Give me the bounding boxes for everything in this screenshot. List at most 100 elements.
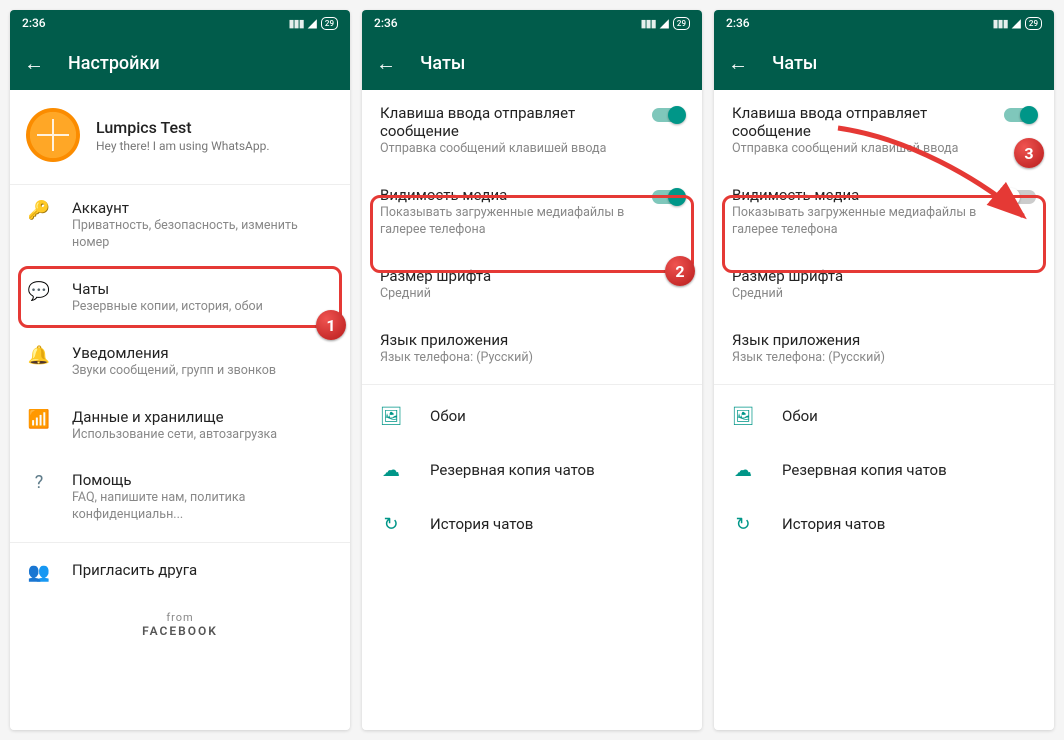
help-icon: ? bbox=[28, 472, 50, 493]
cloud-up-icon: ☁ bbox=[732, 460, 754, 481]
content-area: Клавиша ввода отправляет сообщение Отпра… bbox=[362, 90, 702, 730]
setting-sub: Язык телефона: (Русский) bbox=[732, 350, 1036, 367]
signal-icon: ▮▮▮ bbox=[641, 17, 656, 30]
signal-icon: ▮▮▮ bbox=[289, 17, 304, 30]
status-icons: ▮▮▮ ◢ 29 bbox=[993, 16, 1043, 30]
menu-sub: FAQ, напишите нам, политика конфиденциал… bbox=[72, 490, 334, 524]
setting-font-size[interactable]: Размер шрифта Средний bbox=[714, 253, 1054, 317]
setting-title: Язык приложения bbox=[380, 331, 684, 349]
menu-title: Пригласить друга bbox=[72, 561, 334, 579]
setting-title: Размер шрифта bbox=[732, 267, 1036, 285]
wallpaper-icon: 🖼 bbox=[732, 406, 754, 427]
footer: from FACEBOOK bbox=[10, 597, 350, 652]
setting-app-language[interactable]: Язык приложения Язык телефона: (Русский) bbox=[714, 317, 1054, 381]
action-wallpaper[interactable]: 🖼 Обои bbox=[714, 389, 1054, 443]
menu-account[interactable]: 🔑 Аккаунт Приватность, безопасность, изм… bbox=[10, 185, 350, 266]
status-time: 2:36 bbox=[726, 16, 750, 30]
footer-brand: FACEBOOK bbox=[10, 624, 350, 638]
battery-icon: 29 bbox=[1025, 17, 1042, 30]
divider bbox=[714, 384, 1054, 385]
divider bbox=[10, 542, 350, 543]
action-label: Резервная копия чатов bbox=[782, 461, 947, 479]
divider bbox=[362, 384, 702, 385]
setting-sub: Отправка сообщений клавишей ввода bbox=[732, 141, 992, 158]
menu-notifications[interactable]: 🔔 Уведомления Звуки сообщений, групп и з… bbox=[10, 330, 350, 394]
phone-screen-2: 2:36 ▮▮▮ ◢ 29 ← Чаты Клавиша ввода отпра… bbox=[362, 10, 702, 730]
action-history[interactable]: ↻ История чатов bbox=[362, 497, 702, 551]
wifi-icon: ◢ bbox=[660, 16, 669, 30]
avatar bbox=[26, 108, 80, 162]
data-icon: 📶 bbox=[28, 409, 50, 430]
setting-sub: Показывать загруженные медиафайлы в гале… bbox=[380, 205, 640, 239]
action-label: Обои bbox=[430, 407, 466, 425]
title-bar: ← Чаты bbox=[362, 36, 702, 90]
chat-icon: 💬 bbox=[28, 281, 50, 302]
setting-app-language[interactable]: Язык приложения Язык телефона: (Русский) bbox=[362, 317, 702, 381]
menu-help[interactable]: ? Помощь FAQ, напишите нам, политика кон… bbox=[10, 457, 350, 538]
action-backup[interactable]: ☁ Резервная копия чатов bbox=[362, 443, 702, 497]
status-time: 2:36 bbox=[22, 16, 46, 30]
setting-sub: Отправка сообщений клавишей ввода bbox=[380, 141, 640, 158]
menu-title: Уведомления bbox=[72, 344, 334, 362]
profile-row[interactable]: Lumpics Test Hey there! I am using Whats… bbox=[10, 90, 350, 185]
page-title: Чаты bbox=[772, 53, 817, 74]
setting-font-size[interactable]: Размер шрифта Средний bbox=[362, 253, 702, 317]
action-label: Резервная копия чатов bbox=[430, 461, 595, 479]
content-area: Клавиша ввода отправляет сообщение Отпра… bbox=[714, 90, 1054, 730]
profile-status: Hey there! I am using WhatsApp. bbox=[96, 139, 270, 153]
action-history[interactable]: ↻ История чатов bbox=[714, 497, 1054, 551]
menu-data[interactable]: 📶 Данные и хранилище Использование сети,… bbox=[10, 394, 350, 458]
action-wallpaper[interactable]: 🖼 Обои bbox=[362, 389, 702, 443]
title-bar: ← Настройки bbox=[10, 36, 350, 90]
footer-from: from bbox=[10, 611, 350, 624]
key-icon: 🔑 bbox=[28, 200, 50, 221]
action-backup[interactable]: ☁ Резервная копия чатов bbox=[714, 443, 1054, 497]
title-bar: ← Чаты bbox=[714, 36, 1054, 90]
setting-title: Размер шрифта bbox=[380, 267, 684, 285]
toggle-switch[interactable] bbox=[652, 108, 684, 122]
back-arrow-icon[interactable]: ← bbox=[728, 53, 748, 73]
setting-sub: Показывать загруженные медиафайлы в гале… bbox=[732, 205, 992, 239]
page-title: Настройки bbox=[68, 53, 160, 74]
menu-sub: Резервные копии, история, обои bbox=[72, 299, 334, 316]
menu-title: Помощь bbox=[72, 471, 334, 489]
setting-media-visibility[interactable]: Видимость медиа Показывать загруженные м… bbox=[362, 172, 702, 253]
history-icon: ↻ bbox=[732, 514, 754, 535]
signal-icon: ▮▮▮ bbox=[993, 17, 1008, 30]
setting-title: Клавиша ввода отправляет сообщение bbox=[380, 104, 640, 140]
menu-invite[interactable]: 👥 Пригласить друга bbox=[10, 547, 350, 597]
menu-title: Данные и хранилище bbox=[72, 408, 334, 426]
phone-screen-3: 2:36 ▮▮▮ ◢ 29 ← Чаты Клавиша ввода отпра… bbox=[714, 10, 1054, 730]
menu-sub: Звуки сообщений, групп и звонков bbox=[72, 363, 334, 380]
menu-sub: Приватность, безопасность, изменить номе… bbox=[72, 218, 334, 252]
toggle-switch[interactable] bbox=[1004, 190, 1036, 204]
bell-icon: 🔔 bbox=[28, 345, 50, 366]
setting-title: Видимость медиа bbox=[380, 186, 640, 204]
cloud-up-icon: ☁ bbox=[380, 460, 402, 481]
menu-title: Аккаунт bbox=[72, 199, 334, 217]
setting-sub: Средний bbox=[380, 286, 684, 303]
setting-enter-sends[interactable]: Клавиша ввода отправляет сообщение Отпра… bbox=[362, 90, 702, 172]
content-area: Lumpics Test Hey there! I am using Whats… bbox=[10, 90, 350, 730]
back-arrow-icon[interactable]: ← bbox=[376, 53, 396, 73]
menu-chats[interactable]: 💬 Чаты Резервные копии, история, обои bbox=[10, 266, 350, 330]
invite-icon: 👥 bbox=[28, 562, 50, 583]
setting-media-visibility[interactable]: Видимость медиа Показывать загруженные м… bbox=[714, 172, 1054, 253]
phone-screen-1: 2:36 ▮▮▮ ◢ 29 ← Настройки Lumpics Test H… bbox=[10, 10, 350, 730]
wifi-icon: ◢ bbox=[1012, 16, 1021, 30]
status-icons: ▮▮▮ ◢ 29 bbox=[289, 16, 339, 30]
action-label: История чатов bbox=[430, 515, 533, 533]
wallpaper-icon: 🖼 bbox=[380, 406, 402, 427]
history-icon: ↻ bbox=[380, 514, 402, 535]
back-arrow-icon[interactable]: ← bbox=[24, 53, 44, 73]
status-time: 2:36 bbox=[374, 16, 398, 30]
toggle-switch[interactable] bbox=[1004, 108, 1036, 122]
setting-sub: Средний bbox=[732, 286, 1036, 303]
setting-title: Клавиша ввода отправляет сообщение bbox=[732, 104, 992, 140]
toggle-switch[interactable] bbox=[652, 190, 684, 204]
menu-sub: Использование сети, автозагрузка bbox=[72, 427, 334, 444]
page-title: Чаты bbox=[420, 53, 465, 74]
status-bar: 2:36 ▮▮▮ ◢ 29 bbox=[714, 10, 1054, 36]
menu-title: Чаты bbox=[72, 280, 334, 298]
setting-enter-sends[interactable]: Клавиша ввода отправляет сообщение Отпра… bbox=[714, 90, 1054, 172]
